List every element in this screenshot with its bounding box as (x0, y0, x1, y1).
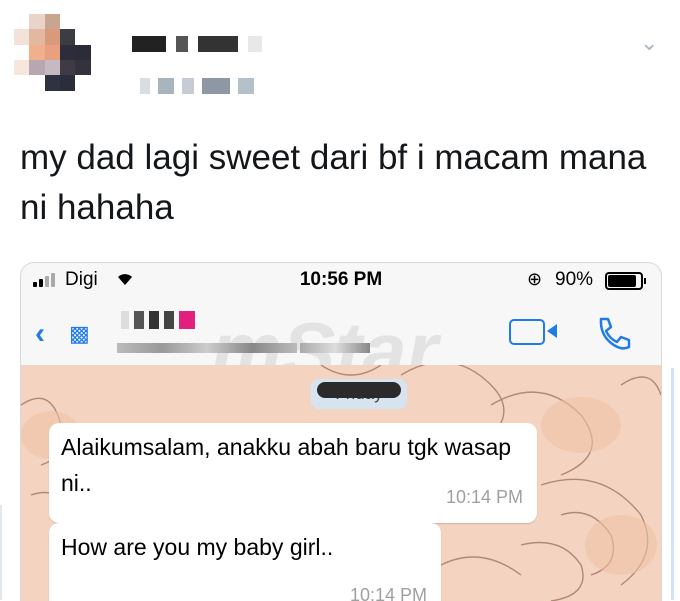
message-bubble[interactable]: Alaikumsalam, anakku abah baru tgk wasap… (49, 423, 537, 523)
battery-percent: 90% (555, 269, 594, 290)
date-separator: Friday (311, 379, 407, 409)
status-bar: Digi 10:56 PM ⊕ 90% (21, 263, 661, 297)
tweet-text: my dad lagi sweet dari bf i macam mana n… (20, 138, 647, 227)
message-time: 10:14 PM (349, 585, 427, 601)
contact-name-redacted[interactable] (121, 311, 195, 329)
message-time: 10:14 PM (445, 487, 523, 507)
message-text: How are you my baby girl.. (61, 534, 334, 560)
avatar[interactable] (14, 14, 106, 106)
chevron-down-icon[interactable]: ⌄ (640, 30, 658, 56)
chat-area[interactable]: Friday Alaikumsalam, anakku abah baru tg… (21, 365, 661, 601)
phone-icon[interactable] (591, 311, 635, 355)
message-bubble[interactable]: How are you my baby girl.. 10:14 PM (49, 523, 441, 601)
chat-header: mStar ‹ ▩ (21, 297, 661, 395)
back-chevron-icon[interactable]: ‹ (35, 317, 45, 351)
battery-icon (605, 272, 646, 290)
date-redaction (317, 382, 401, 398)
video-call-icon[interactable] (509, 319, 557, 345)
scroll-indicator (671, 368, 674, 600)
handle-redacted (140, 78, 254, 94)
contact-status-redacted (117, 343, 370, 353)
display-name-redacted[interactable] (132, 36, 262, 52)
attached-screenshot[interactable]: Digi 10:56 PM ⊕ 90% mStar ‹ ▩ Alaikumsal… (20, 262, 662, 601)
orientation-lock-icon: ⊕ (527, 269, 543, 289)
back-count-redacted[interactable]: ▩ (69, 321, 90, 347)
thread-line (0, 505, 2, 600)
